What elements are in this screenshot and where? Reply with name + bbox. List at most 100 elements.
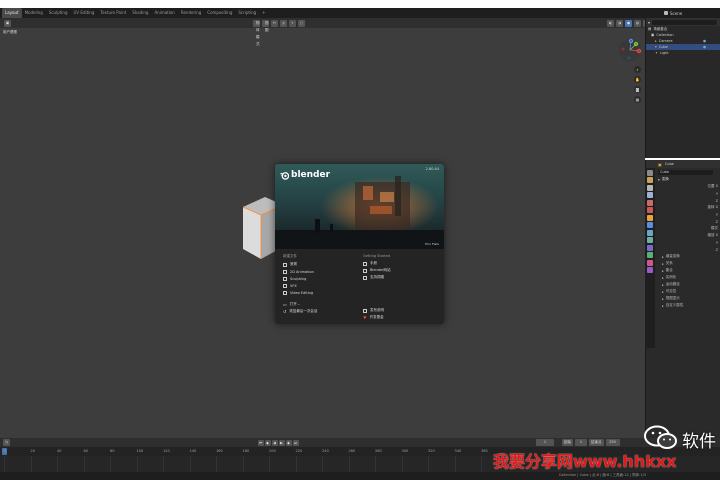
outliner-item-light[interactable]: ✦ Light bbox=[646, 50, 720, 56]
section-motion-paths[interactable]: ▸ 运动路径 bbox=[658, 281, 720, 288]
tab-uv-editing[interactable]: UV Editing bbox=[71, 8, 98, 18]
transform-section-header[interactable]: ▾ 变换 bbox=[646, 176, 720, 183]
tab-rendering[interactable]: Rendering bbox=[178, 8, 204, 18]
open-file-link[interactable]: ▭ 打开... bbox=[283, 301, 353, 308]
add-workspace-button[interactable]: + bbox=[259, 8, 268, 18]
current-frame-field[interactable]: 1 bbox=[536, 439, 554, 446]
filter-icon[interactable]: ▾ bbox=[648, 20, 650, 25]
new-video-editing-link[interactable]: Video Editing bbox=[283, 289, 353, 296]
frame-end-field[interactable]: 250 bbox=[605, 439, 620, 446]
next-keyframe-icon[interactable]: ◆ bbox=[285, 439, 292, 446]
physics-tab-icon[interactable] bbox=[647, 237, 653, 243]
prev-keyframe-icon[interactable]: ◆ bbox=[264, 439, 271, 446]
transform-row[interactable]: 模式 bbox=[686, 225, 720, 232]
section-custom-properties[interactable]: ▸ 自定义属性 bbox=[658, 302, 720, 309]
recover-session-link[interactable]: ↺ 恢复最后一次会话 bbox=[283, 308, 353, 315]
constraints-tab-icon[interactable] bbox=[647, 244, 653, 251]
transform-row[interactable]: 缩放 X bbox=[686, 232, 720, 239]
transform-row[interactable]: Y bbox=[686, 190, 720, 197]
frame-start-field[interactable]: 1 bbox=[575, 439, 587, 446]
scene-selector[interactable]: Scene bbox=[664, 8, 720, 18]
view-menu[interactable]: 视图 bbox=[262, 19, 269, 32]
new-general-link[interactable]: 常规 bbox=[283, 261, 353, 268]
output-tab-icon[interactable] bbox=[647, 184, 653, 191]
tab-texture-paint[interactable]: Texture Paint bbox=[97, 8, 129, 18]
section-instancing[interactable]: ▸ 实例化 bbox=[658, 274, 720, 281]
texture-tab-icon[interactable] bbox=[647, 267, 653, 273]
tool-tab-icon[interactable] bbox=[647, 169, 653, 176]
shading-material-icon[interactable]: ◍ bbox=[634, 19, 641, 27]
tab-scripting[interactable]: Scripting bbox=[235, 8, 259, 18]
folder-icon: ▭ bbox=[283, 302, 287, 307]
transform-row[interactable]: Z bbox=[686, 197, 720, 204]
manual-link[interactable]: 手册 bbox=[363, 260, 438, 267]
gizmo-toggle-icon[interactable]: ◐ bbox=[607, 19, 614, 27]
play-reverse-icon[interactable]: ◀ bbox=[271, 439, 278, 446]
section-collections[interactable]: ▸ 集合 bbox=[658, 267, 720, 274]
wechat-logo-icon bbox=[643, 425, 679, 451]
transform-row-label: Z bbox=[715, 219, 718, 224]
transform-row[interactable]: Z bbox=[686, 218, 720, 225]
dev-fund-link[interactable]: ♥ 开发基金 bbox=[363, 314, 438, 321]
jump-end-icon[interactable]: ⏭ bbox=[292, 439, 299, 446]
material-tab-icon[interactable] bbox=[647, 259, 653, 266]
new-file-icon bbox=[283, 276, 287, 281]
pan-hand-icon[interactable]: ✋ bbox=[634, 76, 641, 83]
blender-website-link[interactable]: Blender网站 bbox=[363, 267, 438, 274]
release-notes-link[interactable]: 发布说明 bbox=[363, 307, 438, 314]
object-tab-icon[interactable] bbox=[647, 214, 653, 221]
transform-row[interactable]: Y bbox=[686, 211, 720, 218]
transform-row[interactable]: Z bbox=[686, 246, 720, 253]
splash-art-credit: Hiro Flats bbox=[424, 242, 439, 246]
snap-icon[interactable]: ⌖ bbox=[289, 19, 296, 27]
new-2d-animation-link[interactable]: 2D Animation bbox=[283, 268, 353, 275]
outliner-panel: ▾ ▤ 场景集合 ▣ Collection ▸ Camera ● ▾ Cube … bbox=[645, 18, 720, 158]
overlay-toggle-icon[interactable]: ◑ bbox=[616, 19, 623, 27]
outliner-search-field[interactable] bbox=[652, 19, 717, 25]
world-tab-icon[interactable] bbox=[647, 207, 653, 213]
new-vfx-link[interactable]: VFX bbox=[283, 282, 353, 289]
modifier-tab-icon[interactable] bbox=[647, 222, 653, 228]
tab-layout[interactable]: Layout bbox=[2, 8, 22, 18]
tab-modeling[interactable]: Modeling bbox=[22, 8, 46, 18]
timeline-editor-icon[interactable]: ◷ bbox=[3, 439, 10, 446]
object-name-field[interactable]: Cube bbox=[658, 169, 713, 175]
new-file-icon bbox=[283, 262, 287, 267]
ortho-grid-icon[interactable]: ▦ bbox=[634, 96, 641, 103]
transform-orientation-icon[interactable]: ↔ bbox=[271, 19, 278, 27]
data-tab-icon[interactable] bbox=[647, 252, 653, 258]
tab-shading[interactable]: Shading bbox=[129, 8, 151, 18]
particles-tab-icon[interactable] bbox=[647, 229, 653, 236]
navigation-gizmo[interactable]: X Z Y bbox=[618, 38, 642, 62]
timeline-gridline bbox=[322, 456, 323, 472]
tab-animation[interactable]: Animation bbox=[151, 8, 177, 18]
mode-dropdown[interactable]: 物体模式 bbox=[253, 19, 260, 46]
tab-compositing[interactable]: Compositing bbox=[204, 8, 235, 18]
transform-row[interactable]: 位置 X bbox=[686, 183, 720, 190]
shading-solid-icon[interactable]: ● bbox=[625, 19, 632, 27]
splash-screen[interactable]: blender 2.80.44 Hiro Flats 新建文件 常规 2D An… bbox=[275, 164, 444, 324]
timeline-gridline bbox=[189, 456, 191, 472]
proportional-edit-icon[interactable]: ○ bbox=[298, 19, 305, 27]
transform-row[interactable]: Y bbox=[686, 239, 720, 246]
jump-start-icon[interactable]: ⏮ bbox=[257, 439, 264, 446]
donate-link[interactable]: 支持捐赠 bbox=[363, 274, 438, 281]
pivot-icon[interactable]: ◎ bbox=[280, 19, 287, 27]
editor-type-icon[interactable]: ▣ bbox=[4, 19, 11, 27]
transform-row[interactable]: 旋转 X bbox=[686, 204, 720, 211]
zoom-icon[interactable]: ⌕ bbox=[634, 66, 641, 73]
view-layer-tab-icon[interactable] bbox=[647, 192, 653, 198]
section-visibility[interactable]: ▸ 可见性 bbox=[658, 288, 720, 295]
section-relations[interactable]: ▸ 关系 bbox=[658, 260, 720, 267]
tab-sculpting[interactable]: Sculpting bbox=[46, 8, 71, 18]
open-label: 打开... bbox=[289, 302, 301, 306]
section-delta-transform[interactable]: ▸ 增量变换 bbox=[658, 253, 720, 260]
scene-tab-icon[interactable] bbox=[647, 199, 653, 206]
new-sculpting-link[interactable]: Sculpting bbox=[283, 275, 353, 282]
section-viewport-display[interactable]: ▸ 视图显示 bbox=[658, 295, 720, 302]
camera-view-icon[interactable]: ◙ bbox=[634, 86, 641, 93]
render-tab-icon[interactable] bbox=[647, 177, 653, 183]
play-icon[interactable]: ▶ bbox=[278, 439, 285, 446]
timeline-gridline bbox=[4, 456, 5, 472]
expand-icon: ▾ bbox=[658, 177, 660, 182]
